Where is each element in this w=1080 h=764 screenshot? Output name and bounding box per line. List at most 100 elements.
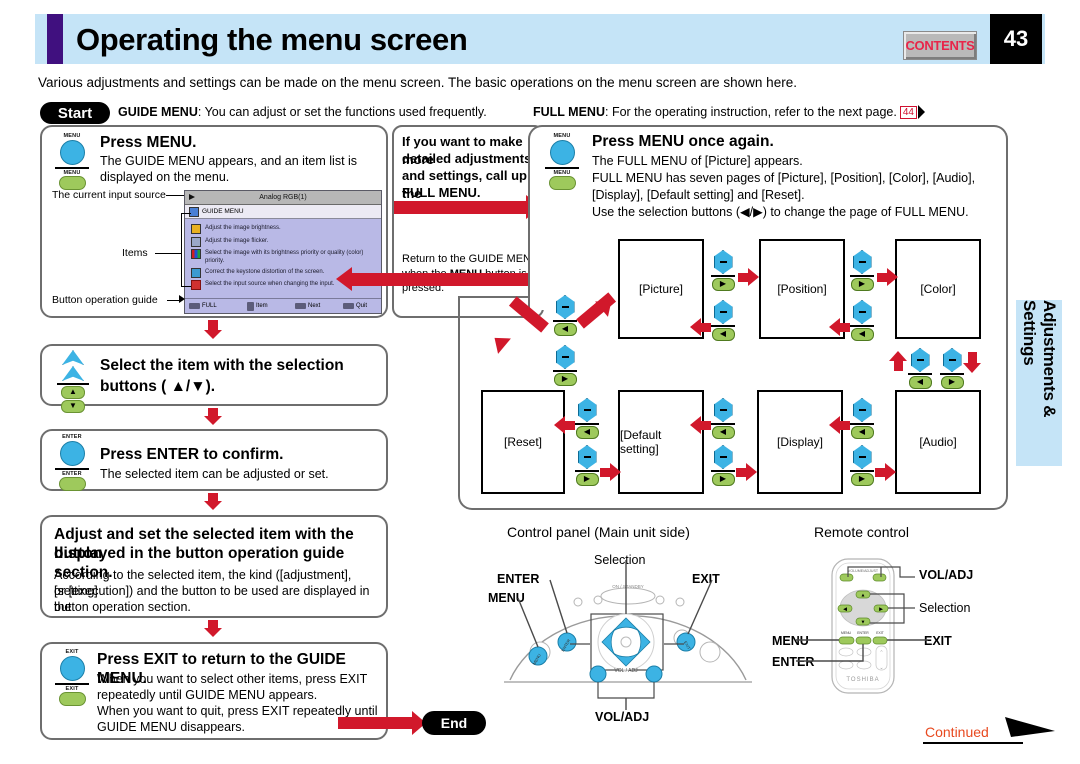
callout-leader	[166, 195, 184, 196]
right-step-title: Press MENU once again.	[592, 133, 774, 150]
flow-arrow-right-tip	[748, 268, 759, 286]
glyph-divider	[55, 683, 89, 685]
callout-leader	[155, 253, 181, 254]
sidebar-tab-adjustments-settings[interactable]: Adjustments & Settings	[1016, 300, 1062, 466]
flow-arrow-right	[600, 468, 610, 477]
osd-menu-icon	[189, 206, 199, 217]
flow-arrow-down	[208, 408, 218, 416]
flow-arrow-down-tip	[963, 363, 981, 373]
selection-right-pair-picture: ▶	[711, 250, 735, 291]
selection-right-pill-icon: ▶	[575, 472, 599, 486]
svg-text:ENTER: ENTER	[857, 631, 869, 635]
selection-right-pair-default: ▶	[711, 445, 735, 486]
selection-chevron-icon	[577, 445, 597, 469]
osd-list-item[interactable]: Adjust the image brightness.	[191, 224, 377, 234]
middle-title-4: FULL MENU.	[402, 185, 481, 200]
middle-callout-box: If you want to make more detailed adjust…	[392, 125, 544, 318]
page-box-default-setting[interactable]: [Default setting]	[618, 390, 704, 494]
osd-guide-label: Next	[308, 303, 321, 309]
osd-guide-full[interactable]: FULL	[189, 303, 247, 309]
flow-arrow-left-tip	[829, 318, 840, 336]
osd-preview: Analog RGB(1) GUIDE MENU Adjust the imag…	[184, 190, 382, 314]
selection-right-pill-icon: ▶	[940, 375, 964, 389]
step-3-title: Press ENTER to confirm.	[100, 446, 284, 463]
step-1-body-1: The GUIDE MENU appears, and an item list…	[100, 154, 358, 168]
selection-right-pair-display: ▶	[850, 445, 874, 486]
right-step-body-1: The FULL MENU of [Picture] appears.	[592, 154, 803, 168]
osd-list-item[interactable]: Adjust the image flicker.	[191, 236, 377, 247]
page-reference-44[interactable]: 44	[899, 106, 917, 119]
svg-text:⌄: ⌄	[879, 665, 883, 671]
page-title: Operating the menu screen	[76, 22, 468, 57]
glyph-divider	[545, 167, 579, 169]
exit-button-glyph-bottom-label: EXIT	[65, 686, 79, 692]
flow-arrow-down	[968, 352, 977, 363]
sidebar-tab-label: Adjustments & Settings	[1020, 300, 1059, 418]
osd-guide-item[interactable]: Item	[247, 301, 295, 311]
callout-button-guide: Button operation guide	[52, 294, 158, 306]
selection-right-pill-icon: ▶	[850, 277, 874, 291]
osd-source-arrow-icon	[189, 194, 195, 200]
selection-chevron-icon	[942, 348, 962, 372]
input-source-icon	[191, 280, 201, 290]
callout-bracket	[181, 213, 182, 287]
osd-guide-quit[interactable]: Quit	[343, 303, 367, 309]
selection-left-pill-icon: ◀	[908, 375, 932, 389]
svg-text:TOSHIBA: TOSHIBA	[846, 677, 879, 683]
osd-list-item[interactable]: Select the image with its brightness pri…	[191, 249, 377, 265]
selection-left-pill-icon: ◀	[850, 327, 874, 341]
osd-menu-title: GUIDE MENU	[202, 208, 244, 215]
key-icon	[247, 301, 254, 311]
key-icon	[343, 303, 354, 309]
selection-chevron-icon	[555, 295, 575, 319]
right-step-body-3: [Display], [Default setting] and [Reset]…	[592, 188, 805, 202]
selection-left-pair-wrap: ◀	[908, 348, 932, 389]
exit-button-glyph-top-label: EXIT	[65, 649, 79, 655]
flow-arrow-left-tip	[829, 416, 840, 434]
menu-again-circle-icon	[549, 140, 575, 165]
page-box-display[interactable]: [Display]	[757, 390, 843, 494]
page-box-color[interactable]: [Color]	[895, 239, 981, 339]
guide-menu-caption-rest: : You can adjust or set the functions us…	[197, 105, 487, 119]
key-icon	[295, 303, 306, 309]
selection-right-pair-reset: ▶	[575, 445, 599, 486]
guide-menu-caption-bold: GUIDE MENU	[118, 105, 198, 119]
osd-guide-next[interactable]: Next	[295, 303, 343, 309]
selection-right-pill-icon: ▶	[850, 472, 874, 486]
flow-arrow-left-tip	[554, 416, 565, 434]
step-3-body-1: The selected item can be adjusted or set…	[100, 467, 329, 481]
flow-arrow-left	[840, 323, 850, 332]
svg-text:EXIT: EXIT	[876, 631, 884, 635]
osd-item-text: Correct the keystone distortion of the s…	[205, 268, 325, 275]
flow-arrow-left	[840, 421, 850, 430]
svg-text:▲: ▲	[861, 593, 866, 599]
selection-left-pill-icon: ◀	[711, 425, 735, 439]
svg-text:ON / STANDBY: ON / STANDBY	[612, 584, 643, 589]
svg-text:◀: ◀	[843, 607, 847, 613]
enter-button-circle-icon	[59, 441, 85, 466]
selection-chevron-icon	[852, 398, 872, 422]
contents-button[interactable]: CONTENTS	[903, 31, 977, 60]
step-1-title: Press MENU.	[100, 134, 197, 151]
callout-items: Items	[122, 247, 148, 259]
svg-text:VOLUME/ADJUST: VOLUME/ADJUST	[848, 569, 879, 573]
frame-edge	[1006, 298, 1008, 312]
page-reference-arrow-icon	[917, 105, 925, 119]
osd-guide-label: FULL	[202, 303, 217, 309]
keystone-icon	[191, 267, 201, 278]
manual-page: Operating the menu screen CONTENTS 43 Va…	[0, 0, 1080, 764]
step-4-body-3: button operation section.	[54, 600, 191, 614]
step-5-body-4: GUIDE MENU disappears.	[97, 720, 245, 734]
flow-arrow-up	[894, 360, 903, 371]
remote-title: Remote control	[814, 524, 909, 540]
selection-right-pill-icon: ▶	[711, 472, 735, 486]
full-menu-caption-rest: : For the operating instruction, refer t…	[605, 105, 897, 119]
page-box-reset[interactable]: [Reset]	[481, 390, 565, 494]
selection-left-pair-position: ◀	[711, 300, 735, 341]
start-badge: Start	[40, 102, 110, 124]
page-box-audio[interactable]: [Audio]	[895, 390, 981, 494]
flow-arrow-up-tip	[889, 351, 907, 361]
flow-arrow-down-tip	[204, 330, 222, 339]
svg-text:⌃: ⌃	[879, 650, 883, 656]
frame-edge	[458, 298, 460, 312]
